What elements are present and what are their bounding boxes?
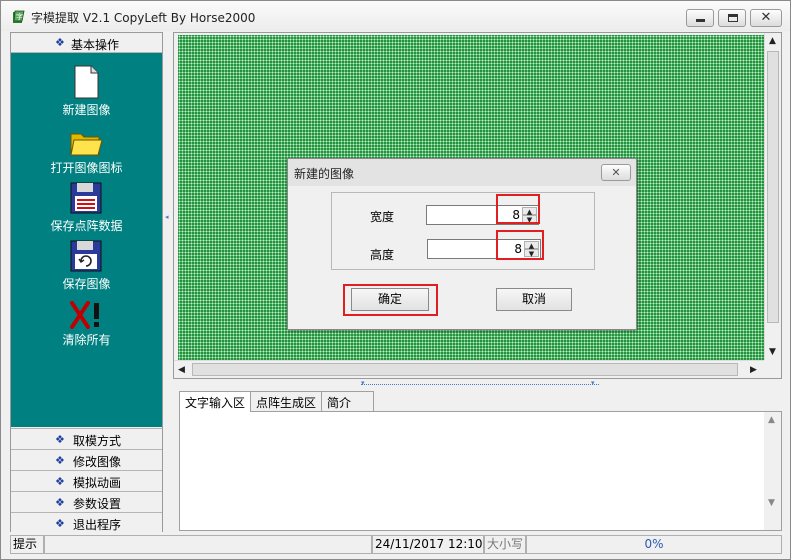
group-label: 模拟动画: [73, 476, 122, 490]
status-bar: 提示 24/11/2017 12:10:51 大小写 0%: [10, 535, 782, 554]
scroll-left-icon[interactable]: ◀: [178, 365, 185, 375]
group-label: 基本操作: [71, 38, 120, 52]
left-panel: ❖ 基本操作 新建图像 打开图像图标 保存点阵数据 保存图像 清除所有 ❖ 取模…: [10, 32, 163, 533]
group-label: 取模方式: [73, 434, 122, 448]
scroll-down-icon[interactable]: ▼: [768, 498, 775, 508]
text-input-area[interactable]: ▲ ▼: [179, 411, 782, 531]
minimize-icon: [696, 19, 705, 22]
close-button[interactable]: ✕: [750, 9, 782, 27]
clear-all-icon: [70, 301, 99, 329]
group-list: ❖ 取模方式 ❖ 修改图像 ❖ 模拟动画 ❖ 参数设置 ❖ 退出程序: [11, 428, 162, 533]
splitter-grip-icon: ▾: [361, 379, 365, 387]
diamond-icon: ❖: [55, 433, 65, 446]
highlight-box: [496, 230, 544, 260]
diamond-icon: ❖: [55, 496, 65, 509]
text-scrollbar[interactable]: ▲ ▼: [764, 412, 781, 530]
svg-text:字: 字: [16, 12, 23, 21]
group-exit[interactable]: ❖ 退出程序: [11, 512, 162, 533]
group-animation[interactable]: ❖ 模拟动画: [11, 470, 162, 491]
vertical-splitter[interactable]: ◂: [164, 32, 172, 532]
tab-dot-matrix[interactable]: 点阵生成区: [250, 391, 323, 411]
tab-strip: 文字输入区 点阵生成区 简介: [179, 391, 375, 412]
new-file-icon: [74, 65, 99, 99]
minimize-button[interactable]: [686, 9, 714, 27]
height-label: 高度: [370, 248, 395, 262]
save-data-icon: [70, 182, 102, 214]
tool-label: 保存图像: [62, 277, 111, 291]
status-hint: 提示: [10, 535, 44, 554]
splitter-line: [361, 384, 599, 385]
diamond-icon: ❖: [55, 517, 65, 530]
horizontal-scroll-thumb[interactable]: [192, 363, 738, 376]
size-fieldset: 宽度 8 ▲ ▼ 高度 8 ▲ ▼: [331, 192, 595, 270]
tool-area: 新建图像 打开图像图标 保存点阵数据 保存图像 清除所有: [11, 53, 162, 427]
app-icon: 字: [13, 10, 25, 23]
cancel-button[interactable]: 取消: [496, 288, 572, 311]
status-datetime: 24/11/2017 12:10:51: [372, 535, 502, 554]
window-title: 字模提取 V2.1 CopyLeft By Horse2000: [31, 11, 256, 25]
splitter-grip-icon: ▾: [591, 379, 595, 387]
group-label: 修改图像: [73, 455, 122, 469]
tab-text-input[interactable]: 文字输入区: [179, 391, 252, 412]
group-settings[interactable]: ❖ 参数设置: [11, 491, 162, 512]
group-label: 参数设置: [73, 497, 122, 511]
group-basic-ops[interactable]: ❖ 基本操作: [11, 33, 162, 53]
status-message: [44, 535, 372, 554]
dialog-close-button[interactable]: ✕: [601, 164, 631, 181]
highlight-box: [343, 284, 438, 316]
group-label: 退出程序: [73, 518, 122, 532]
tool-label: 打开图像图标: [50, 161, 123, 175]
group-sampling-mode[interactable]: ❖ 取模方式: [11, 428, 162, 449]
vertical-scrollbar[interactable]: ▲ ▼: [764, 33, 781, 360]
scroll-corner: [764, 360, 781, 378]
width-label: 宽度: [370, 210, 395, 224]
tool-label: 清除所有: [62, 333, 111, 347]
scroll-right-icon[interactable]: ▶: [750, 365, 757, 375]
maximize-icon: [728, 14, 738, 22]
status-caps: 大小写: [484, 535, 526, 554]
dialog-title: 新建的图像: [294, 167, 355, 181]
title-bar: 字 字模提取 V2.1 CopyLeft By Horse2000 ✕: [1, 1, 790, 31]
tool-label: 保存点阵数据: [50, 219, 123, 233]
scroll-up-icon[interactable]: ▲: [769, 36, 776, 46]
group-edit-image[interactable]: ❖ 修改图像: [11, 449, 162, 470]
tool-label: 新建图像: [62, 103, 111, 117]
splitter-grip-icon: ◂: [165, 213, 169, 221]
highlight-box: [496, 194, 540, 224]
open-folder-icon: [70, 133, 103, 156]
horizontal-scrollbar[interactable]: ◀ ▶: [174, 360, 764, 378]
new-image-dialog: 新建的图像 ✕ 宽度 8 ▲ ▼ 高度 8 ▲ ▼ 确定 取消: [287, 158, 637, 330]
dialog-title-bar: 新建的图像 ✕: [288, 159, 636, 186]
status-progress: 0%: [526, 535, 782, 554]
maximize-button[interactable]: [718, 9, 746, 27]
diamond-icon: ❖: [55, 36, 65, 49]
close-icon: ✕: [611, 166, 621, 179]
diamond-icon: ❖: [55, 454, 65, 467]
diamond-icon: ❖: [55, 475, 65, 488]
tab-intro[interactable]: 简介: [321, 391, 358, 411]
scroll-down-icon[interactable]: ▼: [769, 347, 776, 357]
tab-spacer: [356, 391, 375, 411]
close-icon: ✕: [760, 10, 772, 25]
horizontal-splitter[interactable]: ▾ ▾: [173, 379, 782, 389]
save-image-icon: [70, 240, 102, 272]
vertical-scroll-thumb[interactable]: [767, 51, 779, 323]
scroll-up-icon[interactable]: ▲: [768, 415, 775, 425]
